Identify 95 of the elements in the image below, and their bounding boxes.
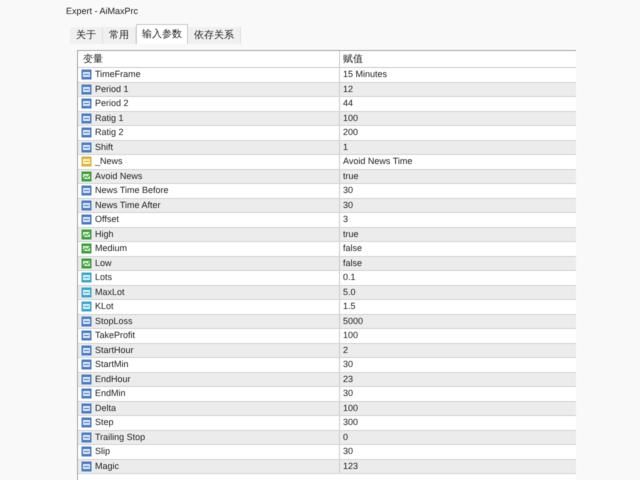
parameter-value: false xyxy=(342,256,362,270)
parameter-name: Ratig 1 xyxy=(95,112,124,125)
tab[interactable]: 依存关系 xyxy=(188,27,241,44)
table-row[interactable]: EndMin 30 xyxy=(78,387,576,402)
table-row[interactable]: TakeProfit 100 xyxy=(78,329,576,344)
table-row[interactable]: _News Avoid News Time xyxy=(78,155,576,170)
parameter-name: StartMin xyxy=(95,358,129,371)
parameter-value: 30 xyxy=(342,358,354,371)
parameter-value: 2 xyxy=(342,344,348,356)
table-row[interactable]: News Time After 30 xyxy=(78,198,576,213)
parameter-value: 100 xyxy=(342,112,358,124)
parameter-value: 3 xyxy=(342,213,348,226)
parameter-name: StopLoss xyxy=(95,314,133,328)
table-row[interactable]: TimeFrame 15 Minutes xyxy=(78,68,576,82)
chart-line-icon xyxy=(81,170,92,182)
table-row[interactable]: Period 2 44 xyxy=(78,97,576,112)
parameter-value: 0 xyxy=(342,430,348,444)
table-row[interactable]: High true xyxy=(78,228,576,242)
table-row[interactable]: StartMin 30 xyxy=(78,358,576,372)
tab[interactable]: 输入参数 xyxy=(136,24,188,44)
parameter-value: 200 xyxy=(342,126,358,139)
column-header[interactable]: 赋值 xyxy=(340,52,363,66)
table-row[interactable]: Low false xyxy=(78,256,576,271)
parameter-value: 30 xyxy=(342,198,354,212)
parameter-name: Ratig 2 xyxy=(95,126,124,139)
table-row[interactable]: Ratig 1 100 xyxy=(78,112,576,126)
table-row[interactable]: Slip 30 xyxy=(78,445,576,460)
parameter-value: 23 xyxy=(342,372,354,386)
chart-line-icon xyxy=(81,228,92,240)
table-row[interactable]: StartHour 2 xyxy=(78,344,576,358)
parameter-value: false xyxy=(342,242,362,255)
parameter-value: 12 xyxy=(342,82,354,96)
table-row[interactable]: Delta 100 xyxy=(78,402,576,416)
parameter-name: Medium xyxy=(95,242,128,255)
parameter-name: Slip xyxy=(95,445,110,458)
table-row[interactable]: Step 300 xyxy=(78,416,576,430)
parameter-value: 44 xyxy=(342,97,354,110)
parameter-value: 100 xyxy=(342,402,358,414)
column-header[interactable]: 变量 xyxy=(78,51,340,67)
parameter-value: 30 xyxy=(342,184,354,197)
tab[interactable]: 常用 xyxy=(103,27,136,44)
parameter-name: StartHour xyxy=(95,344,134,356)
tab[interactable]: 关于 xyxy=(70,27,103,44)
parameter-value: 30 xyxy=(342,445,354,458)
table-row[interactable]: News Time Before 30 xyxy=(78,184,576,198)
table-row[interactable]: EndHour 23 xyxy=(78,372,576,387)
table-row[interactable]: Lots 0.1 xyxy=(78,271,576,286)
parameter-name: Avoid News xyxy=(95,170,142,182)
parameter-name: Period 1 xyxy=(95,82,129,96)
table-row[interactable]: Magic 123 xyxy=(78,460,576,474)
parameter-name: TimeFrame xyxy=(95,68,141,81)
parameter-value: 1 xyxy=(342,140,348,154)
parameter-value: true xyxy=(342,170,359,182)
table-row[interactable]: KLot 1.5 xyxy=(78,300,576,314)
chart-line-icon xyxy=(81,243,92,254)
parameter-name: Lots xyxy=(95,271,112,284)
parameter-name: News Time After xyxy=(95,198,161,212)
parameter-value: Avoid News Time xyxy=(342,155,412,168)
parameter-value: 300 xyxy=(342,416,358,429)
parameter-name: _News xyxy=(95,155,123,168)
table-row[interactable]: Medium false xyxy=(78,242,576,256)
table-row[interactable]: StopLoss 5000 xyxy=(78,314,576,329)
table-row[interactable]: Ratig 2 200 xyxy=(78,126,576,140)
parameter-value: true xyxy=(342,228,359,240)
parameter-name: TakeProfit xyxy=(95,329,136,342)
chart-line-icon xyxy=(81,258,92,269)
parameter-name: Trailing Stop xyxy=(95,430,146,444)
parameter-name: Shift xyxy=(95,140,114,154)
parameter-name: High xyxy=(95,228,114,241)
parameter-value: 15 Minutes xyxy=(342,68,388,81)
parameter-value: 30 xyxy=(342,387,354,400)
parameter-name: EndMin xyxy=(95,387,126,400)
parameter-value: 0.1 xyxy=(342,271,356,284)
table-row[interactable]: Avoid News true xyxy=(78,170,576,184)
parameter-value: 5000 xyxy=(342,314,364,328)
parameter-name: EndHour xyxy=(95,372,131,386)
parameter-name: KLot xyxy=(95,300,114,313)
table-row[interactable]: Period 1 12 xyxy=(78,82,576,97)
parameter-name: News Time Before xyxy=(95,184,169,197)
parameter-name: MaxLot xyxy=(95,286,125,298)
parameter-name: Offset xyxy=(95,213,119,226)
parameter-value: 1.5 xyxy=(342,300,356,313)
table-row[interactable]: Shift 1 xyxy=(78,140,576,155)
parameter-name: Magic xyxy=(95,460,120,473)
parameter-name: Period 2 xyxy=(95,97,129,110)
parameter-name: Low xyxy=(95,256,112,270)
table-row[interactable]: MaxLot 5.0 xyxy=(78,286,576,300)
table-row[interactable]: Trailing Stop 0 xyxy=(78,430,576,445)
table-row[interactable]: Offset 3 xyxy=(78,213,576,228)
parameter-value: 5.0 xyxy=(342,286,356,298)
parameter-name: Delta xyxy=(95,402,116,414)
parameter-value: 100 xyxy=(342,329,358,342)
parameter-value: 123 xyxy=(342,460,358,472)
parameter-name: Step xyxy=(95,416,114,429)
window-title: Expert - AiMaxPrc xyxy=(66,5,140,18)
